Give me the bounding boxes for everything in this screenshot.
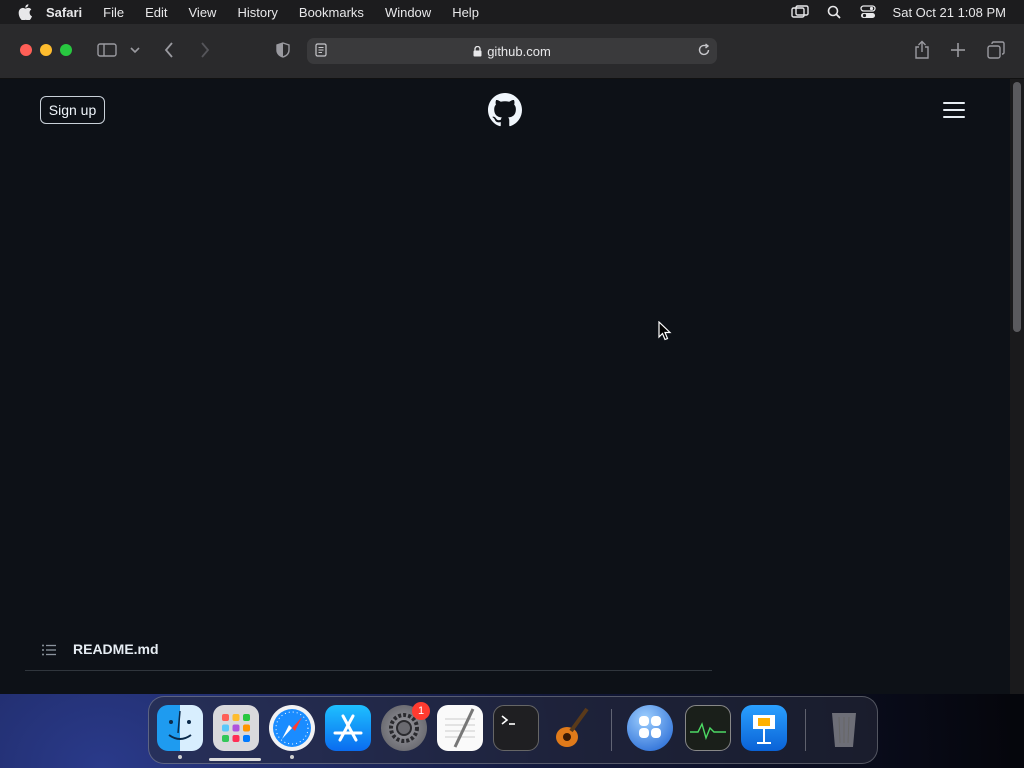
table-of-contents-icon[interactable] <box>41 642 57 658</box>
chevron-down-icon[interactable] <box>128 38 142 62</box>
share-icon[interactable] <box>912 38 932 62</box>
spotlight-search-icon[interactable] <box>825 4 843 20</box>
address-bar[interactable]: github.com <box>307 38 717 64</box>
finder-running-indicator <box>178 755 182 759</box>
finder-app-icon[interactable] <box>157 705 203 751</box>
safari-running-indicator <box>290 755 294 759</box>
dock-separator <box>611 709 612 751</box>
privacy-shield-icon[interactable] <box>274 38 292 62</box>
reload-icon[interactable] <box>697 43 713 59</box>
menu-app-name[interactable]: Safari <box>46 5 82 20</box>
menu-window[interactable]: Window <box>385 5 431 20</box>
app-store-app-icon[interactable] <box>325 705 371 751</box>
github-logo-icon[interactable] <box>488 93 522 127</box>
menu-history[interactable]: History <box>237 5 277 20</box>
github-page: Sign up README.md <box>0 79 1010 694</box>
screen-mirroring-icon[interactable] <box>790 4 809 20</box>
page-scrollbar[interactable] <box>1010 79 1024 694</box>
garageband-app-icon[interactable] <box>549 705 595 751</box>
lock-icon <box>473 45 482 57</box>
minimize-window-button[interactable] <box>40 44 52 56</box>
notification-badge: 1 <box>412 702 430 720</box>
menu-edit[interactable]: Edit <box>145 5 167 20</box>
menu-bookmarks[interactable]: Bookmarks <box>299 5 364 20</box>
dock-separator <box>805 709 806 751</box>
scrollbar-thumb[interactable] <box>1013 82 1021 332</box>
dock-hover-highlight <box>209 758 261 761</box>
fullscreen-window-button[interactable] <box>60 44 72 56</box>
safari-window: github.com Sign up README.md <box>0 24 1024 694</box>
menu-file[interactable]: File <box>103 5 124 20</box>
mouse-cursor-icon <box>658 320 672 341</box>
trash-icon[interactable] <box>821 705 867 751</box>
launchpad-app-icon[interactable] <box>213 705 259 751</box>
back-icon[interactable] <box>160 38 178 62</box>
dock: 1 <box>148 696 878 764</box>
menu-bar: Safari File Edit View History Bookmarks … <box>0 0 1024 24</box>
terminal-app-icon[interactable] <box>493 705 539 751</box>
menu-help[interactable]: Help <box>452 5 479 20</box>
desktop: { "menubar": { "app_name": "Safari", "it… <box>0 0 1024 768</box>
keynote-app-icon[interactable] <box>741 705 787 751</box>
url-text: github.com <box>487 43 551 59</box>
url-display: github.com <box>307 38 717 64</box>
safari-app-icon[interactable] <box>269 705 315 751</box>
close-window-button[interactable] <box>20 44 32 56</box>
tab-overview-icon[interactable] <box>985 38 1007 62</box>
sign-up-button[interactable]: Sign up <box>40 96 105 124</box>
apple-menu-icon[interactable] <box>18 4 34 20</box>
activity-monitor-app-icon[interactable] <box>685 705 731 751</box>
browser-toolbar: github.com <box>0 24 1024 79</box>
hamburger-menu-icon[interactable] <box>941 99 967 121</box>
menu-view[interactable]: View <box>189 5 217 20</box>
menu-clock[interactable]: Sat Oct 21 1:08 PM <box>893 5 1006 20</box>
new-tab-icon[interactable] <box>948 38 968 62</box>
textedit-app-icon[interactable] <box>437 705 483 751</box>
readme-header: README.md <box>25 630 712 671</box>
readme-filename: README.md <box>73 641 159 657</box>
mosaic-app-icon[interactable] <box>627 705 673 751</box>
forward-icon[interactable] <box>196 38 214 62</box>
control-center-icon[interactable] <box>859 4 877 20</box>
sidebar-icon[interactable] <box>96 38 118 62</box>
